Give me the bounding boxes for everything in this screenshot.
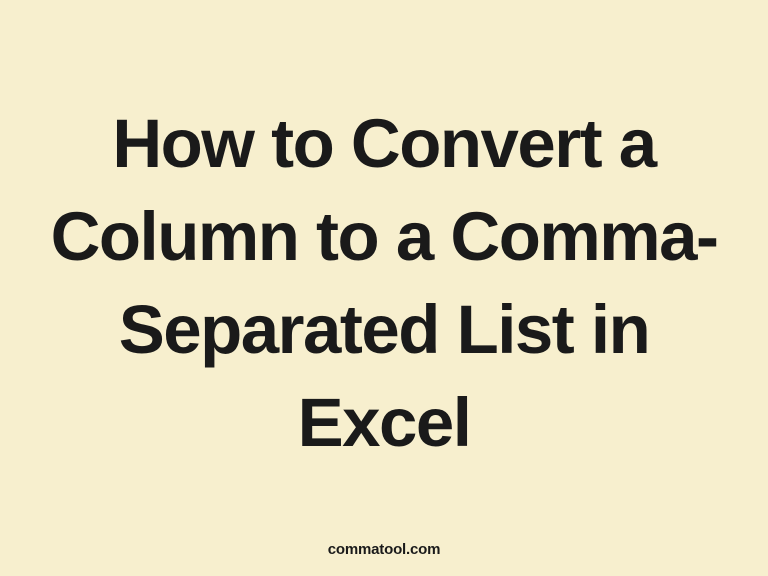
site-attribution: commatool.com xyxy=(328,541,440,558)
page-title: How to Convert a Column to a Comma-Separ… xyxy=(0,97,768,470)
